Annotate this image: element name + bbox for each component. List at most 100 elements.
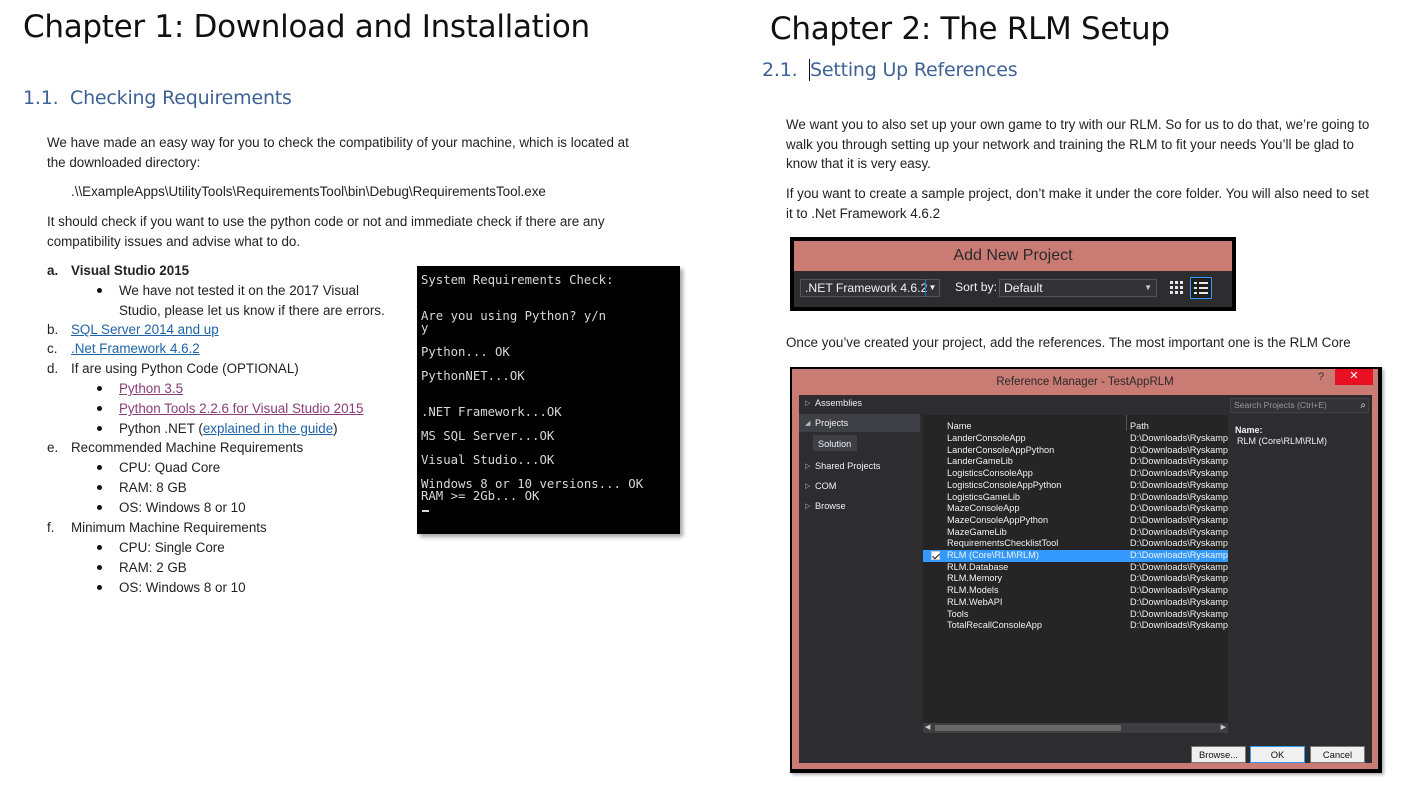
reference-path: D:\Downloads\RyskampL [1130,620,1228,631]
table-row[interactable]: Tools D:\Downloads\RyskampL [923,609,1228,621]
sort-label: Sort by: [955,280,997,294]
table-row[interactable]: LanderConsoleApp D:\Downloads\RyskampL [923,433,1228,445]
reference-name: LanderConsoleApp [947,433,1026,443]
column-header-name[interactable]: Name [947,421,972,431]
list-view-icon[interactable] [1190,277,1212,299]
check-line: It should check if you want to use the p… [47,214,605,229]
python-tools-link[interactable]: Python Tools 2.2.6 for Visual Studio 201… [119,401,363,416]
horizontal-scrollbar[interactable]: ◀ ▶ [923,723,1228,733]
console-cursor [422,510,429,512]
reference-name: RLM.Models [947,585,999,596]
framework-select[interactable]: .NET Framework 4.6.2 ▼ [800,279,940,297]
list-item-a: a. Visual Studio 2015 [47,261,189,281]
help-icon[interactable]: ? [1311,369,1331,387]
table-row[interactable]: RLM.WebAPI D:\Downloads\RyskampL [923,597,1228,609]
chapter-2-title: Chapter 2: The RLM Setup [770,11,1170,47]
chevron-down-icon[interactable]: ▼ [925,279,939,297]
tree-label: Assemblies [815,398,862,408]
table-row[interactable]: MazeConsoleApp D:\Downloads\RyskampL [923,503,1228,515]
bullet-icon [97,585,102,590]
close-icon[interactable]: ✕ [1335,369,1373,385]
chevron-right-icon: ▷ [805,463,811,470]
sub-line: We have not tested it on the 2017 Visual [119,283,359,298]
python-link[interactable]: Python 3.5 [119,381,183,396]
dialog-frame: Reference Manager - TestAppRLM ? ✕ ▷ Asse… [792,369,1378,769]
check-paragraph: It should check if you want to use the p… [47,212,605,251]
chevron-left-icon[interactable]: ◀ [925,723,930,731]
table-row[interactable]: LanderConsoleAppPython D:\Downloads\Ryska… [923,445,1228,457]
chevron-right-icon[interactable]: ▶ [1221,723,1226,731]
dialog-title: Reference Manager - TestAppRLM [996,376,1174,388]
dialog-toolbar: .NET Framework 4.6.2 ▼ Sort by: Default … [794,271,1232,307]
paragraph-line: know that it is very easy. [786,156,931,171]
reference-name: TotalRecallConsoleApp [947,620,1042,631]
list-marker: b. [47,322,59,337]
list-text: Minimum Machine Requirements [71,520,267,535]
table-row[interactable]: RLM.Memory D:\Downloads\RyskampL [923,573,1228,585]
table-row[interactable]: RLM.Models D:\Downloads\RyskampL [923,585,1228,597]
reference-name: LogisticsConsoleAppPython [947,479,1062,490]
search-input[interactable]: Search Projects (Ctrl+E) ⌕ [1230,398,1369,413]
reference-path: D:\Downloads\RyskampL [1130,444,1228,455]
reference-name: LanderConsoleAppPython [947,444,1055,455]
detail-label: Name: [1235,425,1263,435]
references-paragraph: Once you’ve created your project, add th… [786,335,1351,350]
table-row[interactable]: RequirementsChecklistTool D:\Downloads\Ry… [923,538,1228,550]
section-1-1-heading: 1.1. Checking Requirements [23,87,292,109]
table-row[interactable]: RLM (Core\RLM\RLM) D:\Downloads\RyskampL [923,550,1228,562]
tree-label: Browse [815,501,846,511]
paragraph-line: walk you through setting up your network… [786,136,1354,152]
paragraph-line: If you want to create a sample project, … [786,186,1369,201]
cancel-button[interactable]: Cancel [1310,746,1365,763]
table-row[interactable]: LogisticsConsoleAppPython D:\Downloads\Ry… [923,480,1228,492]
tree-item-solution[interactable]: Solution [818,439,851,449]
section-2-1-heading: 2.1. Setting Up References [762,59,1018,81]
checkbox[interactable] [931,551,940,560]
table-row[interactable]: MazeGameLib D:\Downloads\RyskampL [923,527,1228,539]
net-framework-link[interactable]: .Net Framework 4.6.2 [71,339,200,359]
console-line: RAM >= 2Gb... OK [421,489,540,503]
chevron-right-icon: ▷ [805,400,811,407]
tool-path: .\\ExampleApps\UtilityTools\Requirements… [71,184,546,199]
sql-server-link[interactable]: SQL Server 2014 and up [71,320,219,340]
column-header-path[interactable]: Path [1130,421,1149,431]
list-subitem: OS: Windows 8 or 10 [119,580,246,595]
table-row[interactable]: MazeConsoleAppPython D:\Downloads\Ryskamp… [923,515,1228,527]
search-placeholder: Search Projects (Ctrl+E) [1234,400,1327,410]
table-row[interactable]: LogisticsConsoleApp D:\Downloads\RyskampL [923,468,1228,480]
detail-value: RLM (Core\RLM\RLM) [1237,436,1328,446]
search-icon[interactable]: ⌕ [1360,399,1366,412]
console-line: Visual Studio...OK [421,453,555,467]
sort-select[interactable]: Default ▼ [999,279,1157,297]
browse-button[interactable]: Browse... [1191,746,1246,763]
reference-name: MazeConsoleApp [947,503,1020,514]
grid-view-icon[interactable] [1169,280,1185,296]
scrollbar-thumb[interactable] [935,725,1121,731]
ok-button[interactable]: OK [1250,746,1305,763]
category-tree: ▷ Assemblies ◢ Projects Solution ▷ Shared P… [799,395,923,733]
table-row[interactable]: LanderGameLib D:\Downloads\RyskampL [923,456,1228,468]
console-line: Python... OK [421,345,510,359]
table-row[interactable]: RLM.Database D:\Downloads\RyskampL [923,562,1228,574]
list-text: Recommended Machine Requirements [71,440,304,455]
paragraph-line: We want you to also set up your own game… [786,117,1370,132]
tree-item-shared-projects[interactable]: ▷ Shared Projects [805,461,880,471]
list-subitem: OS: Windows 8 or 10 [119,500,246,515]
tree-item-com[interactable]: ▷ COM [805,481,836,491]
chevron-down-icon: ▼ [1144,283,1152,292]
section-number: 1.1. [23,87,59,109]
tree-item-projects[interactable]: ◢ Projects [805,418,848,428]
intro-line: We have made an easy way for you to chec… [47,135,629,150]
setup-paragraph: We want you to also set up your own game… [786,115,1369,174]
tree-item-browse[interactable]: ▷ Browse [805,501,846,511]
tree-item-assemblies[interactable]: ▷ Assemblies [805,398,862,408]
bullet-icon [97,465,102,470]
bullet-icon [97,426,102,431]
table-row[interactable]: TotalRecallConsoleApp D:\Downloads\Ryskam… [923,620,1228,632]
framework-value: .NET Framework 4.6.2 [805,281,928,295]
table-row[interactable]: LogisticsGameLib D:\Downloads\RyskampL [923,492,1228,504]
reference-path: D:\Downloads\RyskampL [1130,526,1228,537]
guide-link[interactable]: explained in the guide [203,421,333,436]
bullet-icon [97,565,102,570]
list-item-f: f. Minimum Machine Requirements [47,518,267,538]
